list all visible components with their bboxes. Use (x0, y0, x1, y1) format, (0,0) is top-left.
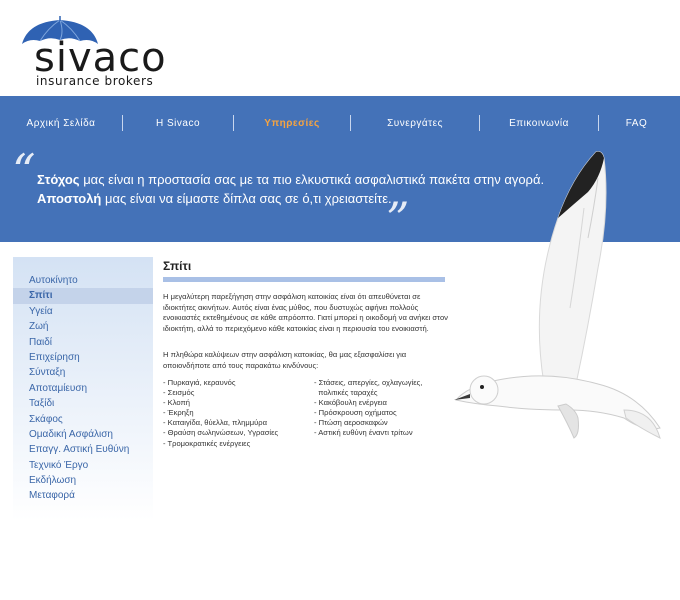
list-item: - Κλοπή (163, 398, 190, 408)
sidebar-item-health[interactable]: Υγεία (13, 304, 153, 319)
sidebar-item-group[interactable]: Ομαδική Ασφάλιση (13, 427, 153, 442)
list-item: - Καταιγίδα, θύελλα, πλημμύρα (163, 418, 268, 428)
sidebar-item-home[interactable]: Σπίτι (13, 288, 153, 304)
intro-paragraph: Η μεγαλύτερη παρεξήγηση στην ασφάλιση κα… (163, 292, 448, 333)
nav-item-home[interactable]: Αρχική Σελίδα (0, 118, 122, 129)
slogan-line-2: Αποστολή μας είναι να είμαστε δίπλα σας … (37, 191, 392, 206)
slogan-mission-text: μας είναι να είμαστε δίπλα σας σε ό,τι χ… (101, 191, 392, 206)
list-item: - Πρόσκρουση οχήματος (314, 408, 397, 418)
risk-list-left: - Πυρκαγιά, κεραυνός - Σεισμός - Κλοπή -… (163, 378, 313, 449)
seagull-illustration (454, 151, 661, 439)
sidebar-item-liability[interactable]: Επαγγ. Αστική Ευθύνη (13, 442, 153, 457)
sidebar-item-travel[interactable]: Ταξίδι (13, 396, 153, 411)
nav-item-services[interactable]: Υπηρεσίες (234, 118, 350, 129)
risk-list-right: - Στάσεις, απεργίες, οχλαγωγίες, πολιτικ… (314, 378, 454, 439)
list-item: - Θραύση σωληνώσεων, Υγρασίες (163, 428, 279, 438)
main-nav: Αρχική Σελίδα Η Sivaco Υπηρεσίες Συνεργά… (0, 110, 680, 136)
slogan-goal-bold: Στόχος (37, 172, 80, 187)
list-item: - Κακόβουλη ενέργεια (314, 398, 387, 408)
sidebar-item-boat[interactable]: Σκάφος (13, 412, 153, 427)
list-item: - Στάσεις, απεργίες, οχλαγωγίες, (314, 378, 423, 387)
coverage-paragraph: Η πληθώρα καλύψεων στην ασφάλιση κατοικί… (163, 350, 407, 370)
main-content: Σπίτι Η μεγαλύτερη παρεξήγηση στην ασφάλ… (163, 258, 453, 448)
sidebar-list: Αυτοκίνητο Σπίτι Υγεία Ζωή Παιδί Επιχείρ… (13, 273, 153, 504)
sidebar-item-child[interactable]: Παιδί (13, 335, 153, 350)
sidebar-item-life[interactable]: Ζωή (13, 319, 153, 334)
slogan-mission-bold: Αποστολή (37, 191, 102, 206)
list-item: - Αστική ευθύνη έναντι τρίτων (314, 428, 413, 438)
sidebar-item-transport[interactable]: Μεταφορά (13, 488, 153, 503)
sidebar-item-pension[interactable]: Σύνταξη (13, 365, 153, 380)
list-item: πολιτικές ταραχές (314, 388, 378, 398)
list-item: - Τρομοκρατικές ενέργειες (163, 438, 251, 448)
list-item: - Πτώση αεροσκαφών (314, 418, 388, 428)
services-sidebar: Αυτοκίνητο Σπίτι Υγεία Ζωή Παιδί Επιχείρ… (13, 257, 153, 587)
header: sivaco insurance brokers (0, 0, 680, 96)
sidebar-item-event[interactable]: Εκδήλωση (13, 473, 153, 488)
nav-item-about[interactable]: Η Sivaco (123, 118, 233, 129)
sidebar-item-savings[interactable]: Αποταμίευση (13, 381, 153, 396)
logo-wordmark: sivaco (34, 35, 167, 81)
close-quote-icon: ” (386, 192, 410, 246)
list-item: - Σεισμός (163, 388, 195, 398)
nav-item-partners[interactable]: Συνεργάτες (351, 118, 479, 129)
list-item: - Πυρκαγιά, κεραυνός (163, 378, 236, 387)
sidebar-item-construction[interactable]: Τεχνικό Έργο (13, 458, 153, 473)
nav-item-faq[interactable]: FAQ (599, 118, 674, 129)
page-title: Σπίτι (163, 259, 192, 273)
logo[interactable]: sivaco insurance brokers (20, 14, 170, 88)
nav-item-contact[interactable]: Επικοινωνία (480, 118, 598, 129)
sidebar-item-car[interactable]: Αυτοκίνητο (13, 273, 153, 288)
open-quote-icon: “ (12, 144, 36, 198)
title-underline (163, 277, 445, 282)
list-item: - Έκρηξη (163, 408, 194, 418)
sidebar-item-business[interactable]: Επιχείρηση (13, 350, 153, 365)
logo-tagline: insurance brokers (36, 74, 154, 88)
